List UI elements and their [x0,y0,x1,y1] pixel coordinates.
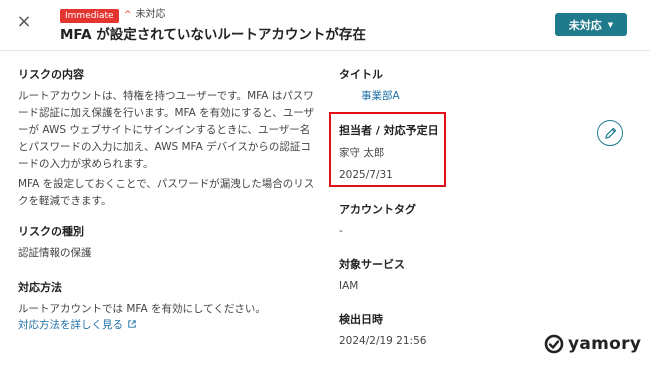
risk-content-line: とパスワードの入力に加え、AWS MFA デバイスからの認証コ [18,141,311,153]
close-icon[interactable]: × [14,12,34,32]
assignee-label: 担当者 / 対応予定日 [339,124,439,137]
title-field-value[interactable]: 事業部A [361,88,400,105]
assignee-value: 家守 太郎 [339,147,385,159]
drawer-header: × Immediate ^ 未対応 MFA が設定されていないルートアカウントが存… [0,0,650,51]
risk-content-text-2: MFA を設定しておくことで、パスワードが漏洩した場合のリス クを軽減できます。 [18,176,328,210]
title-value-link[interactable]: 事業部A [361,90,400,102]
due-date-value: 2025/7/31 [339,169,393,181]
risk-content-text: ルートアカウントは、特権を持つユーザーです。MFA はパスワ ード認証に加え保護… [18,88,328,173]
risk-content-line: MFA を設定しておくことで、パスワードが漏洩した場合のリス [18,178,315,190]
detected-value: 2024/2/19 21:56 [339,335,427,347]
risk-type-value: 認証情報の保護 [18,247,92,259]
detected-label: 検出日時 [339,313,383,326]
remedy-link-wrap: 対応方法を詳しく見る [18,317,136,335]
remedy-detail-link[interactable]: 対応方法を詳しく見る [18,319,123,331]
title-field-label: タイトル [339,68,383,81]
account-tag-label: アカウントタグ [339,203,416,216]
page-title: MFA が設定されていないルートアカウントが存在 [60,27,366,43]
status-inline-label: 未対応 [135,9,166,20]
status-button-label: 未対応 [568,18,602,32]
remedy-text: ルートアカウントでは MFA を有効にしてください。 [18,303,266,315]
status-dropdown-button[interactable]: 未対応 ▼ [555,13,627,36]
risk-content-line: ードの入力が求められます。 [18,158,154,170]
external-link-icon[interactable] [125,320,136,331]
pencil-icon[interactable] [597,120,623,146]
risk-content-line: ーが AWS ウェブサイトにサインインするときに、ユーザー名 [18,124,311,136]
chevron-up-icon: ^ [124,10,132,20]
caret-down-icon: ▼ [607,20,614,29]
yamory-logo-text: yamory [568,334,642,354]
risk-content-line: ード認証に加え保護を行います。MFA を有効にすると、ユーザ [18,107,315,119]
service-value: IAM [339,280,359,292]
risk-content-line: ルートアカウントは、特権を持つユーザーです。MFA はパスワ [18,90,314,102]
priority-badge: Immediate [60,9,119,23]
yamory-logo-icon [544,334,564,354]
status-indicator: ^ 未対応 [124,8,166,22]
account-tag-value: - [339,225,343,237]
service-label: 対象サービス [339,258,405,271]
remedy-label: 対応方法 [18,281,62,294]
risk-content-label: リスクの内容 [18,68,84,81]
risk-type-label: リスクの種別 [18,225,84,238]
yamory-logo: yamory [544,334,641,354]
risk-content-line: クを軽減できます。 [18,195,112,207]
